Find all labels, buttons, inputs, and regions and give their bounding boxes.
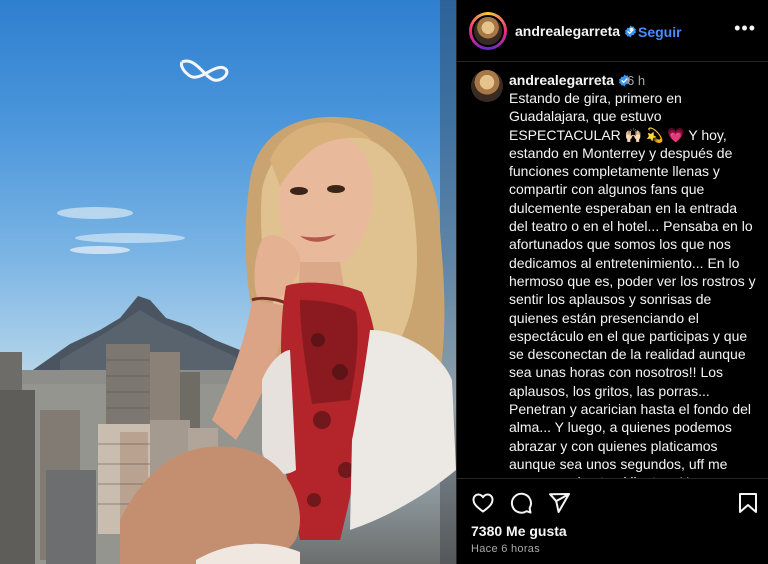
more-options-icon[interactable]: ••• (734, 19, 756, 37)
photo-scene (0, 0, 456, 564)
post-photo[interactable] (0, 0, 456, 564)
caption-area[interactable]: andrealegarreta 6 h Estando de gira, pri… (457, 62, 768, 478)
post-header: andrealegarreta • Seguir ••• (457, 0, 768, 62)
post-side-panel: andrealegarreta • Seguir ••• andrealegar… (456, 0, 768, 564)
separator-dot: • (629, 21, 634, 37)
caption-username[interactable]: andrealegarreta (509, 72, 631, 88)
action-bar: 7380 Me gusta Hace 6 horas (457, 478, 768, 564)
story-ring[interactable] (469, 12, 507, 50)
caption-username-text[interactable]: andrealegarreta (509, 72, 614, 88)
post-timestamp[interactable]: Hace 6 horas (471, 543, 540, 555)
caption-text: Estando de gira, primero en Guadalajara,… (509, 90, 756, 478)
heart-icon[interactable] (471, 491, 495, 515)
avatar[interactable] (472, 15, 504, 47)
share-icon[interactable] (547, 491, 571, 515)
comment-icon[interactable] (509, 491, 533, 515)
caption-time[interactable]: 6 h (627, 73, 645, 88)
caption-avatar[interactable] (471, 70, 503, 102)
bookmark-icon[interactable] (737, 491, 759, 515)
header-username[interactable]: andrealegarreta (515, 23, 637, 39)
username-text[interactable]: andrealegarreta (515, 23, 620, 39)
follow-button[interactable]: Seguir (638, 24, 682, 40)
likes-count[interactable]: 7380 Me gusta (471, 523, 567, 539)
